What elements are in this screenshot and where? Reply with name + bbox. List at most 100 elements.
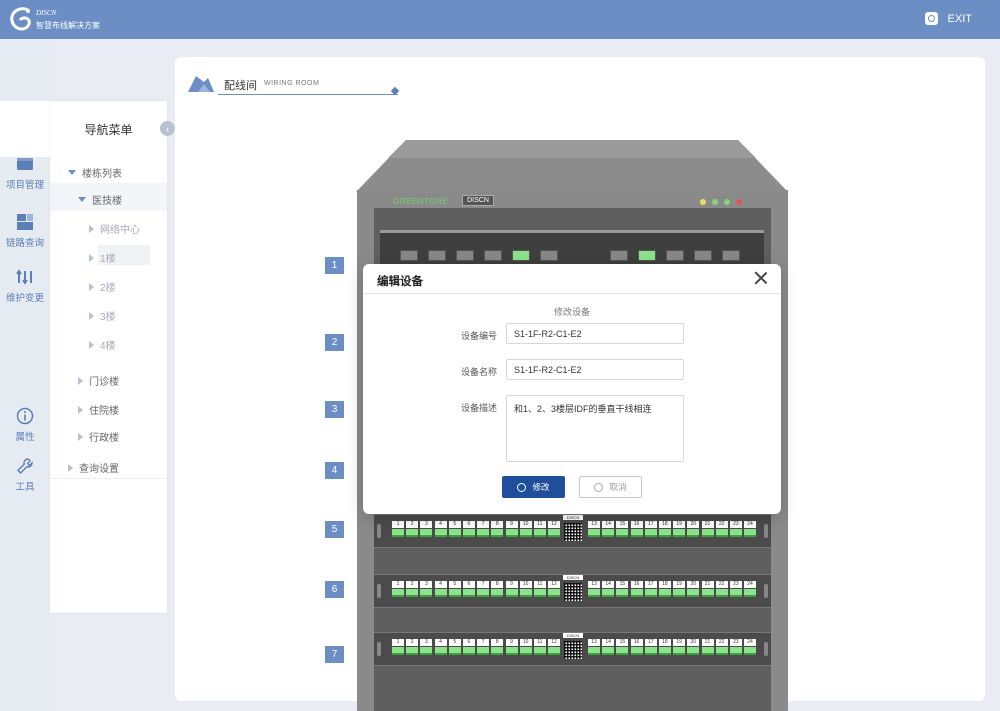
- panel-port[interactable]: 24: [743, 581, 757, 599]
- panel-port[interactable]: 16: [630, 581, 644, 599]
- panel-port[interactable]: 9: [505, 581, 519, 599]
- patch-panel[interactable]: 1 2 3 4 5 6 7 8 9 10 11 12 DISCN 13 14 15 16 17 18 19 20 21 22…: [374, 574, 771, 608]
- panel-port[interactable]: 6: [462, 639, 476, 657]
- panel-port[interactable]: 15: [615, 639, 629, 657]
- rail-item-maintenance[interactable]: 维护变更: [0, 268, 50, 304]
- nav-item-building-list[interactable]: 楼栋列表: [68, 165, 122, 180]
- panel-port[interactable]: 8: [490, 639, 504, 657]
- panel-port[interactable]: 22: [715, 639, 729, 657]
- modify-button[interactable]: 修改: [502, 476, 565, 498]
- panel-port[interactable]: 15: [615, 521, 629, 539]
- panel-port[interactable]: 12: [547, 639, 561, 657]
- panel-port[interactable]: 5: [448, 581, 462, 599]
- nav-item-outpatient-building[interactable]: 门诊楼: [78, 373, 119, 388]
- rail-item-project[interactable]: 项目管理: [0, 155, 50, 191]
- nav-item-admin-building[interactable]: 行政楼: [78, 429, 119, 444]
- panel-port[interactable]: 1: [391, 639, 405, 657]
- device-name-input[interactable]: [506, 359, 684, 380]
- panel-port[interactable]: 4: [434, 581, 448, 599]
- rack-unit-number[interactable]: 4: [325, 462, 344, 479]
- panel-port[interactable]: 5: [448, 639, 462, 657]
- switch-port[interactable]: [666, 250, 684, 261]
- panel-port[interactable]: 18: [658, 521, 672, 539]
- network-switch[interactable]: [380, 230, 764, 264]
- panel-port[interactable]: 11: [533, 521, 547, 539]
- rack-unit-number[interactable]: 3: [325, 401, 344, 418]
- panel-port[interactable]: 24: [743, 639, 757, 657]
- panel-port[interactable]: 23: [729, 521, 743, 539]
- panel-port[interactable]: 19: [672, 639, 686, 657]
- panel-port[interactable]: 9: [505, 521, 519, 539]
- patch-panel[interactable]: 1 2 3 4 5 6 7 8 9 10 11 12 DISCN 13 14 15 16 17 18 19 20 21 22…: [374, 514, 771, 548]
- nav-item-floor-3[interactable]: 3楼: [89, 308, 116, 323]
- panel-port[interactable]: 22: [715, 521, 729, 539]
- nav-item-floor-1[interactable]: 1楼: [89, 250, 116, 265]
- panel-port[interactable]: 10: [519, 639, 533, 657]
- panel-port[interactable]: 6: [462, 581, 476, 599]
- panel-port[interactable]: 14: [601, 521, 615, 539]
- switch-port[interactable]: [484, 250, 502, 261]
- panel-port[interactable]: 22: [715, 581, 729, 599]
- panel-port[interactable]: 13: [587, 581, 601, 599]
- panel-port[interactable]: 17: [644, 521, 658, 539]
- panel-port[interactable]: 20: [686, 581, 700, 599]
- panel-port[interactable]: 13: [587, 639, 601, 657]
- switch-port[interactable]: [428, 250, 446, 261]
- panel-port[interactable]: 3: [419, 639, 433, 657]
- panel-port[interactable]: 11: [533, 639, 547, 657]
- panel-port[interactable]: 16: [630, 521, 644, 539]
- panel-port[interactable]: 23: [729, 639, 743, 657]
- switch-port[interactable]: [610, 250, 628, 261]
- panel-port[interactable]: 10: [519, 581, 533, 599]
- rack-unit-number[interactable]: 6: [325, 581, 344, 598]
- panel-port[interactable]: 12: [547, 581, 561, 599]
- panel-port[interactable]: 14: [601, 639, 615, 657]
- panel-port[interactable]: 21: [701, 581, 715, 599]
- panel-port[interactable]: 10: [519, 521, 533, 539]
- panel-port[interactable]: 3: [419, 581, 433, 599]
- switch-port[interactable]: [540, 250, 558, 261]
- panel-port[interactable]: 1: [391, 581, 405, 599]
- panel-port[interactable]: 6: [462, 521, 476, 539]
- close-icon[interactable]: [753, 270, 769, 286]
- panel-port[interactable]: 3: [419, 521, 433, 539]
- panel-port[interactable]: 21: [701, 639, 715, 657]
- panel-port[interactable]: 16: [630, 639, 644, 657]
- panel-port[interactable]: 20: [686, 521, 700, 539]
- cancel-button[interactable]: 取消: [579, 476, 642, 498]
- rail-item-tools[interactable]: 工具: [0, 457, 50, 493]
- panel-port[interactable]: 8: [490, 581, 504, 599]
- panel-port[interactable]: 4: [434, 639, 448, 657]
- panel-port[interactable]: 2: [405, 521, 419, 539]
- nav-item-network-center[interactable]: 网络中心: [89, 221, 140, 236]
- nav-item-inpatient-building[interactable]: 住院楼: [78, 402, 119, 417]
- rack-unit-number[interactable]: 2: [325, 334, 344, 351]
- collapse-nav-button[interactable]: ‹: [160, 121, 175, 136]
- panel-port[interactable]: 11: [533, 581, 547, 599]
- rack-unit-number[interactable]: 5: [325, 521, 344, 538]
- panel-port[interactable]: 2: [405, 639, 419, 657]
- rack-unit-number[interactable]: 7: [325, 646, 344, 663]
- panel-port[interactable]: 15: [615, 581, 629, 599]
- switch-port-active[interactable]: [638, 250, 656, 261]
- nav-item-floor-2[interactable]: 2楼: [89, 279, 116, 294]
- panel-port[interactable]: 18: [658, 581, 672, 599]
- switch-port[interactable]: [694, 250, 712, 261]
- panel-port[interactable]: 20: [686, 639, 700, 657]
- device-desc-textarea[interactable]: 和1、2、3楼层IDF的垂直干线相连: [506, 395, 684, 462]
- panel-port[interactable]: 1: [391, 521, 405, 539]
- switch-port[interactable]: [456, 250, 474, 261]
- rack-unit-number[interactable]: 1: [325, 257, 344, 274]
- panel-port[interactable]: 19: [672, 521, 686, 539]
- patch-panel[interactable]: 1 2 3 4 5 6 7 8 9 10 11 12 DISCN 13 14 15 16 17 18 19 20 21 22…: [374, 632, 771, 666]
- panel-port[interactable]: 24: [743, 521, 757, 539]
- rail-item-properties[interactable]: 属性: [0, 407, 50, 443]
- panel-port[interactable]: 7: [476, 639, 490, 657]
- panel-port[interactable]: 7: [476, 581, 490, 599]
- panel-port[interactable]: 12: [547, 521, 561, 539]
- nav-item-query-settings[interactable]: 查询设置: [68, 460, 119, 475]
- panel-port[interactable]: 4: [434, 521, 448, 539]
- panel-port[interactable]: 17: [644, 639, 658, 657]
- exit-button[interactable]: EXIT: [924, 12, 972, 25]
- panel-port[interactable]: 19: [672, 581, 686, 599]
